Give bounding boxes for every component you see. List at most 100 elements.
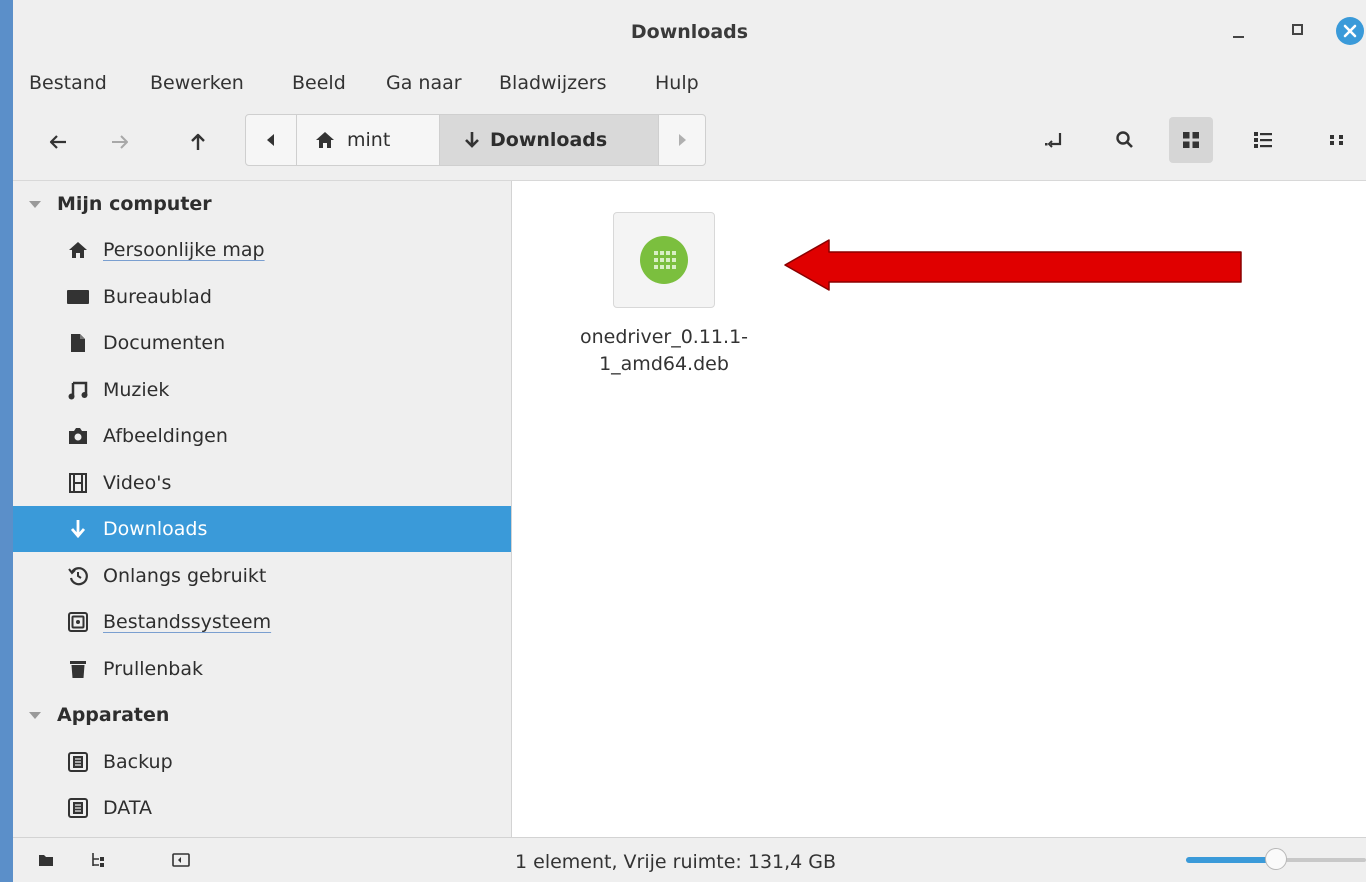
compact-view-button[interactable] [1316,117,1360,163]
file-item-icon[interactable] [613,212,715,308]
forward-button[interactable] [103,125,137,159]
sidebar-device-data[interactable]: DATA [13,785,511,831]
sidebar-section-label: Apparaten [57,704,170,726]
music-icon [67,379,89,401]
menu-bar: Bestand Bewerken Beeld Ga naar Bladwijze… [13,60,1366,105]
location-toggle-button[interactable] [1033,117,1077,163]
sidebar-item-label: Downloads [103,518,208,540]
tree-icon [92,853,104,867]
title-bar[interactable]: Downloads [13,0,1366,60]
show-places-button[interactable] [33,848,59,872]
zoom-slider[interactable] [1186,848,1366,870]
sidebar-item-documents[interactable]: Documenten [13,320,511,366]
trash-icon [67,658,89,680]
sidebar-item-desktop[interactable]: Bureaublad [13,274,511,320]
grid-icon [1183,132,1199,148]
path-segment-home[interactable]: mint [296,114,440,166]
icon-view-button[interactable] [1169,117,1213,163]
sidebar-section-my-computer[interactable]: Mijn computer [13,181,511,227]
close-icon [1343,24,1357,38]
hide-sidebar-button[interactable] [168,848,194,872]
sidebar-item-label: Muziek [103,379,170,401]
sidebar-item-label: Bureaublad [103,286,212,308]
file-item-name[interactable]: onedriver_0.11.1- 1_amd64.deb [558,324,770,378]
folder-icon [39,855,53,866]
sidebar-item-filesystem[interactable]: Bestandssysteem [13,599,511,645]
close-button[interactable] [1336,17,1364,45]
sidebar-section-label: Mijn computer [57,193,212,215]
sidebar-item-label: Backup [103,751,173,773]
home-icon [316,132,334,148]
list-view-button[interactable] [1241,117,1285,163]
path-scroll-left-button[interactable] [245,114,297,166]
sidebar-item-label: Afbeeldingen [103,425,228,447]
search-icon [1116,131,1133,148]
caret-left-icon [267,134,274,146]
sidebar-item-music[interactable]: Muziek [13,367,511,413]
sidebar-item-videos[interactable]: Video's [13,460,511,506]
sidebar-item-label: Documenten [103,332,226,354]
sidebar-section-devices[interactable]: Apparaten [13,692,511,738]
path-segment-current[interactable]: Downloads [439,114,659,166]
expander-icon [29,711,41,719]
compact-grid-icon [1330,135,1343,145]
annotation-arrow-icon [784,239,1242,291]
sidebar-item-pictures[interactable]: Afbeeldingen [13,413,511,459]
desktop-icon [67,286,89,308]
sidebar-item-downloads[interactable]: Downloads [13,506,511,552]
file-view[interactable]: onedriver_0.11.1- 1_amd64.deb [512,181,1366,837]
menu-bewerken[interactable]: Bewerken [150,72,244,94]
menu-bestand[interactable]: Bestand [29,72,107,94]
home-icon [67,239,89,261]
maximize-button[interactable] [1286,18,1312,44]
sidebar-item-recent[interactable]: Onlangs gebruikt [13,553,511,599]
arrow-left-icon [49,135,66,149]
drive-icon [67,611,89,633]
up-button[interactable] [181,125,215,159]
toolbar: mint Downloads [13,105,1366,181]
sidebar-item-home[interactable]: Persoonlijke map [13,227,511,273]
disk-icon [67,797,89,819]
zoom-slider-handle[interactable] [1265,848,1287,870]
sidebar: Mijn computer Persoonlijke map Bureaubla… [13,181,512,837]
path-segment-current-label: Downloads [490,129,608,151]
menu-beeld[interactable]: Beeld [292,72,346,94]
package-icon [640,236,688,284]
window-title: Downloads [630,21,749,43]
arrow-right-icon [112,135,128,149]
file-name-line-1: onedriver_0.11.1- [579,326,749,348]
show-treeview-button[interactable] [85,848,111,872]
sidebar-item-trash[interactable]: Prullenbak [13,646,511,692]
sidebar-item-label: Bestandssysteem [103,611,272,633]
expander-icon [29,200,41,208]
search-button[interactable] [1103,117,1147,163]
sidebar-item-label: Onlangs gebruikt [103,565,267,587]
sidebar-toggle-icon [172,853,190,867]
path-scroll-right-button[interactable] [658,114,706,166]
file-name-line-2: 1_amd64.deb [599,353,729,375]
minimize-button[interactable] [1226,18,1252,44]
menu-hulp[interactable]: Hulp [655,72,699,94]
status-text: 1 element, Vrije ruimte: 131,4 GB [515,851,837,873]
file-manager-window: Downloads Bestand Bewerken Beeld Ga naar… [13,0,1366,882]
menu-bladwijzers[interactable]: Bladwijzers [499,72,607,94]
status-bar: 1 element, Vrije ruimte: 131,4 GB [13,837,1366,882]
location-icon [1045,133,1062,148]
download-icon [67,518,89,540]
sidebar-item-label: Prullenbak [103,658,203,680]
history-icon [67,565,89,587]
download-icon [465,132,479,148]
sidebar-device-backup[interactable]: Backup [13,739,511,785]
path-segment-home-label: mint [347,129,391,151]
film-icon [67,472,89,494]
disk-icon [67,751,89,773]
document-icon [67,332,89,354]
sidebar-item-label: Persoonlijke map [103,239,265,261]
zoom-fill [1186,857,1276,863]
caret-right-icon [679,134,686,146]
sidebar-item-label: Video's [103,472,172,494]
path-bar: mint Downloads [245,114,706,166]
back-button[interactable] [41,125,75,159]
menu-ga-naar[interactable]: Ga naar [386,72,462,94]
camera-icon [67,425,89,447]
